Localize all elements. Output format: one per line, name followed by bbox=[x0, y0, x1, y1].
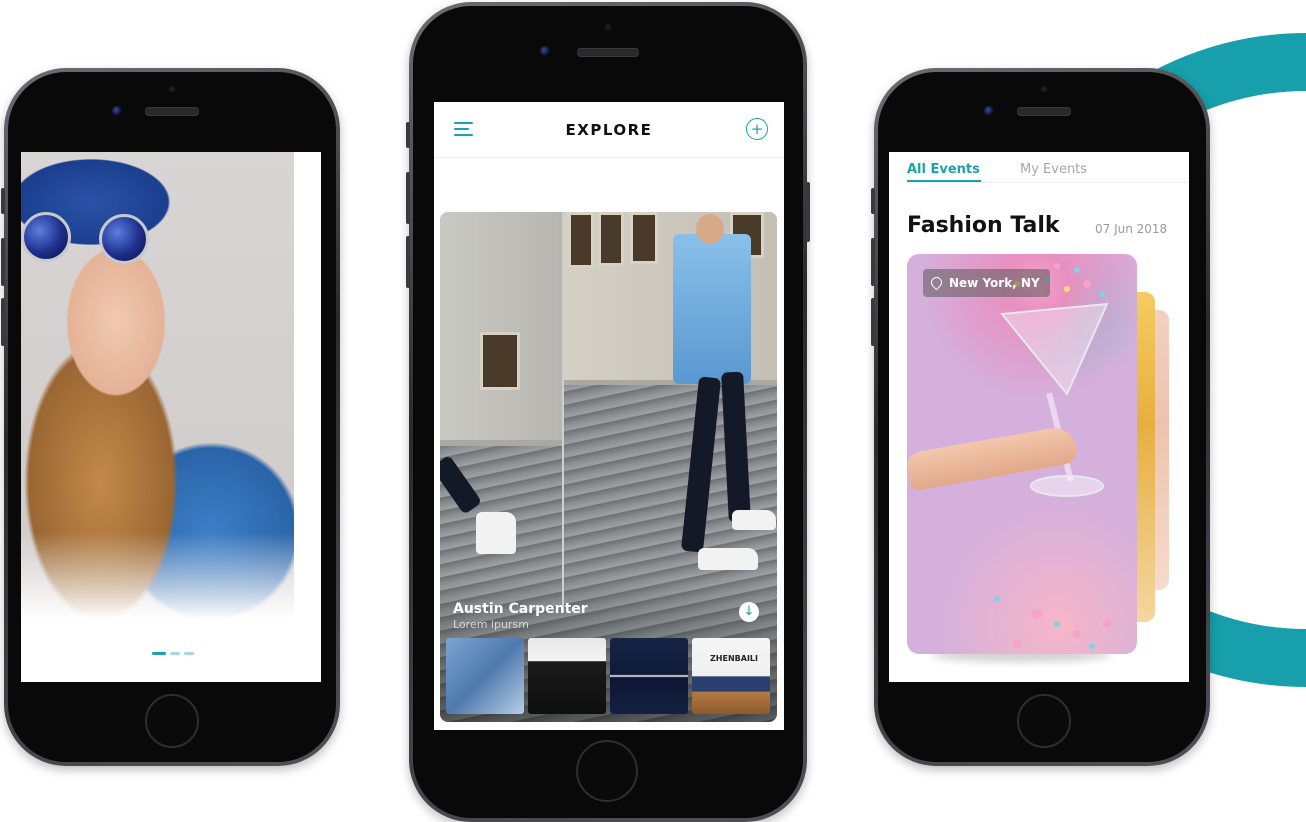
home-button[interactable] bbox=[145, 694, 199, 748]
arrow-down-circle-icon[interactable]: ↓ bbox=[739, 602, 759, 622]
app-header: EXPLORE + bbox=[434, 102, 784, 158]
camera-icon bbox=[540, 46, 550, 56]
phone-events: All Events My Events Fashion Talk 07 Jun… bbox=[871, 68, 1210, 766]
plus-circle-icon[interactable]: + bbox=[746, 118, 768, 140]
map-pin-icon bbox=[928, 274, 945, 291]
page-dot[interactable] bbox=[152, 652, 166, 655]
camera-icon bbox=[984, 106, 994, 116]
speaker-grille bbox=[1017, 107, 1071, 116]
thumbnail-shoes[interactable]: ZHENBAILI bbox=[692, 638, 770, 714]
thumbnail-navy-sweater[interactable] bbox=[610, 638, 688, 714]
home-button[interactable] bbox=[1017, 694, 1071, 748]
sunglasses-lens bbox=[21, 212, 71, 262]
event-card[interactable]: New York, NY bbox=[907, 254, 1137, 654]
tab-my-events[interactable]: My Events bbox=[1020, 162, 1087, 177]
phone-onboarding bbox=[1, 68, 340, 766]
speaker-grille bbox=[145, 107, 199, 116]
phone-explore: EXPLORE + Austin Carpenter Lorem ipursm bbox=[406, 2, 810, 822]
home-button[interactable] bbox=[576, 740, 638, 802]
thumbnail-strip: ZHENBAILI bbox=[446, 638, 770, 714]
location-badge: New York, NY bbox=[923, 269, 1050, 297]
explore-screen: EXPLORE + Austin Carpenter Lorem ipursm bbox=[434, 102, 784, 730]
sunglasses-lens bbox=[99, 214, 149, 264]
card-title: Austin Carpenter bbox=[453, 601, 588, 617]
speaker-grille bbox=[577, 48, 639, 57]
camera-icon bbox=[112, 106, 122, 116]
page-title: EXPLORE bbox=[565, 121, 653, 139]
page-indicator[interactable] bbox=[152, 652, 194, 655]
tab-all-events[interactable]: All Events bbox=[907, 162, 980, 177]
explore-card[interactable]: Austin Carpenter Lorem ipursm ↓ ZHENBAIL… bbox=[440, 212, 777, 722]
event-date: 07 Jun 2018 bbox=[1095, 222, 1168, 236]
location-label: New York, NY bbox=[949, 276, 1040, 290]
event-title: Fashion Talk bbox=[907, 213, 1060, 238]
thumbnail-black-pants[interactable] bbox=[528, 638, 606, 714]
card-subtitle: Lorem ipursm bbox=[453, 618, 529, 631]
events-screen: All Events My Events Fashion Talk 07 Jun… bbox=[889, 152, 1189, 682]
active-tab-indicator bbox=[907, 180, 981, 182]
thumbnail-denim-jacket[interactable] bbox=[446, 638, 524, 714]
page-dot[interactable] bbox=[170, 652, 180, 655]
denim-jacket bbox=[673, 234, 751, 384]
page-dot[interactable] bbox=[184, 652, 194, 655]
brand-label: ZHENBAILI bbox=[710, 654, 758, 663]
onboarding-screen bbox=[21, 152, 321, 682]
